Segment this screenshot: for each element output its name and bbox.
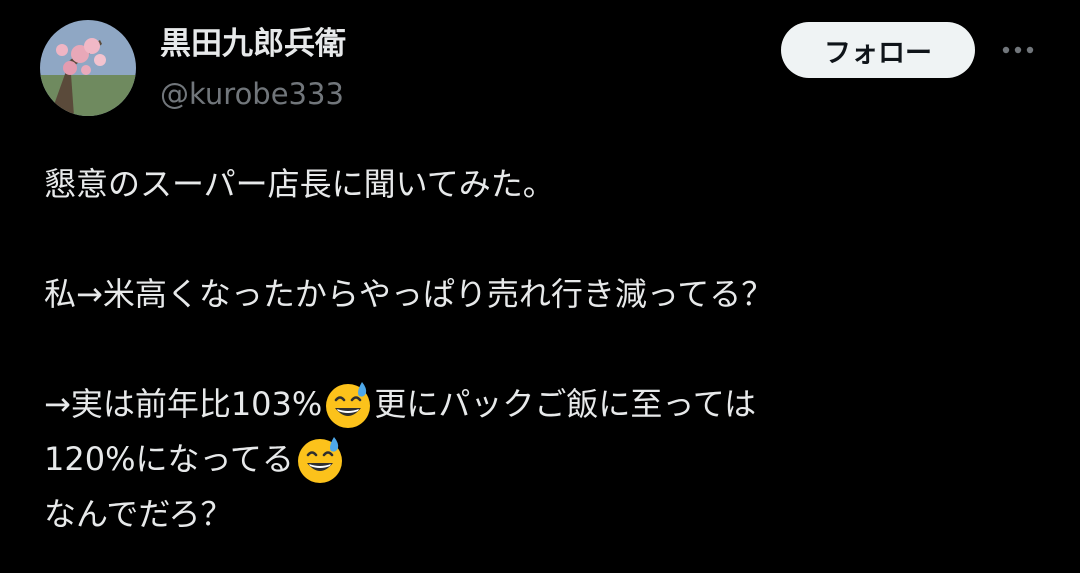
post-text-line-4: 120%になってる (44, 432, 1044, 487)
avatar-blossom-photo-icon (40, 20, 136, 116)
grinning-face-with-sweat-icon (295, 435, 345, 485)
post-text-line-3: →実は前年比103% 更にパックご飯に至っては (44, 377, 1044, 432)
author-avatar[interactable] (40, 20, 136, 116)
post-text-line-3b: 更にパックご飯に至っては (374, 385, 757, 423)
post-text-line-3a: →実は前年比103% (44, 385, 323, 423)
post-text-line-2: 私→米高くなったからやっぱり売れ行き減ってる？ (44, 275, 774, 313)
more-horizontal-icon[interactable] (996, 36, 1040, 64)
post-text-line-1: 懇意のスーパー店長に聞いてみた。 (44, 165, 555, 203)
follow-button[interactable]: フォロー (781, 22, 975, 78)
post-text-line-4a: 120%になってる (44, 440, 294, 478)
post-text-line-5: なんでだろ？ (44, 495, 233, 533)
author-handle[interactable]: @kurobe333 (160, 76, 344, 112)
author-display-name[interactable]: 黒田九郎兵衛 (160, 24, 346, 64)
post-text: 懇意のスーパー店長に聞いてみた。 私→米高くなったからやっぱり売れ行き減ってる？… (44, 157, 1044, 542)
grinning-face-with-sweat-icon (323, 380, 373, 430)
post: 黒田九郎兵衛 @kurobe333 フォロー 懇意のスーパー店長に聞いてみた。 … (0, 0, 1080, 573)
